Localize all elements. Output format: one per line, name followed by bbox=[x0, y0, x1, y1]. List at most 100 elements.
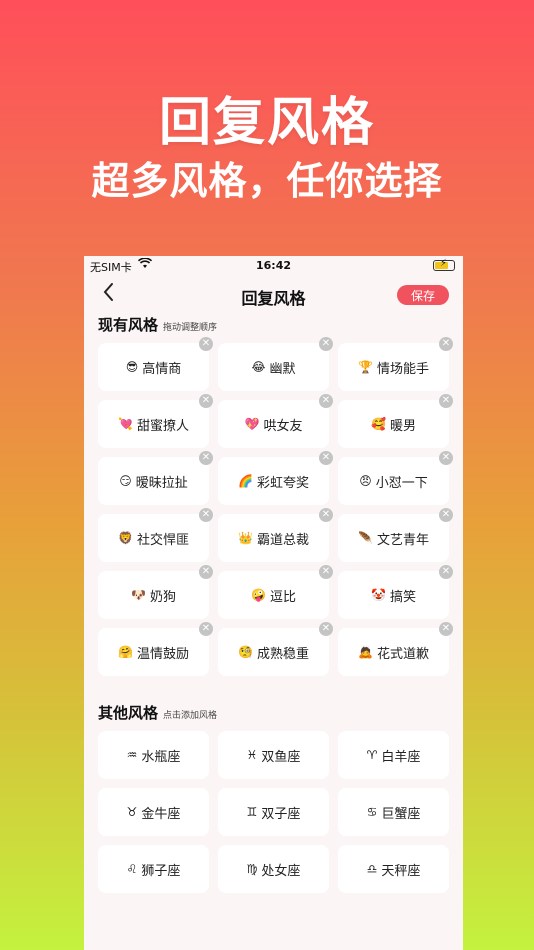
remove-style-close-icon[interactable]: ✕ bbox=[439, 337, 453, 351]
current-style-card[interactable]: 🥰 暖男 ✕ bbox=[338, 394, 453, 448]
style-label: 成熟稳重 bbox=[256, 646, 309, 662]
remove-style-close-icon[interactable]: ✕ bbox=[319, 508, 333, 522]
style-emoji-icon: ♎ bbox=[366, 862, 378, 876]
other-styles-grid: ♒ 水瓶座 ♓ 双鱼座 ♈ 白羊座 ♉ 金牛座 ♊ 双子座 ♋ 巨蟹座 ♌ 狮子座 ♍ 处女座 ♎ 天秤座 bbox=[84, 726, 463, 893]
remove-style-close-icon[interactable]: ✕ bbox=[439, 508, 453, 522]
style-emoji-icon: ♊ bbox=[246, 805, 258, 819]
current-style-card[interactable]: 🤗 温情鼓励 ✕ bbox=[98, 622, 213, 676]
battery-icon: ⚡ bbox=[433, 258, 455, 271]
remove-style-close-icon[interactable]: ✕ bbox=[319, 622, 333, 636]
style-emoji-icon: ♒ bbox=[126, 748, 138, 762]
style-emoji-icon: ♌ bbox=[126, 862, 138, 876]
current-styles-grid: 😎 高情商 ✕ 😂 幽默 ✕ 🏆 情场能手 ✕ 💘 甜蜜撩人 ✕ 💖 哄女友 ✕ 🥰 暖男 ✕ 😏 暧昧拉扯 ✕ 🌈 彩虹夸… bbox=[84, 337, 463, 676]
current-style-card[interactable]: 😎 高情商 ✕ bbox=[98, 337, 213, 391]
current-style-card[interactable]: 🦁 社交悍匪 ✕ bbox=[98, 508, 213, 562]
other-style-card[interactable]: ♈ 白羊座 bbox=[338, 731, 449, 779]
style-label: 奶狗 bbox=[149, 589, 176, 605]
remove-style-close-icon[interactable]: ✕ bbox=[319, 337, 333, 351]
remove-style-close-icon[interactable]: ✕ bbox=[199, 394, 213, 408]
style-emoji-icon: 💖 bbox=[244, 417, 260, 431]
style-emoji-icon: 🧐 bbox=[238, 645, 253, 659]
style-emoji-icon: 🤡 bbox=[371, 588, 386, 602]
style-emoji-icon: 🌈 bbox=[238, 474, 253, 488]
style-label: 双子座 bbox=[261, 806, 301, 822]
style-emoji-icon: 😏 bbox=[119, 474, 132, 488]
remove-style-close-icon[interactable]: ✕ bbox=[199, 337, 213, 351]
remove-style-close-icon[interactable]: ✕ bbox=[199, 565, 213, 579]
style-label: 高情商 bbox=[142, 361, 182, 377]
style-emoji-icon: 🙇 bbox=[358, 645, 373, 659]
status-time: 16:42 bbox=[255, 259, 291, 272]
current-style-card[interactable]: 😠 小怼一下 ✕ bbox=[338, 451, 453, 505]
current-style-card[interactable]: 😏 暧昧拉扯 ✕ bbox=[98, 451, 213, 505]
current-styles-heading: 现有风格 bbox=[98, 316, 159, 334]
remove-style-close-icon[interactable]: ✕ bbox=[439, 565, 453, 579]
style-label: 花式道歉 bbox=[376, 646, 429, 662]
other-style-card[interactable]: ♓ 双鱼座 bbox=[218, 731, 329, 779]
style-emoji-icon: 🤗 bbox=[118, 645, 133, 659]
style-emoji-icon: 🏆 bbox=[358, 360, 373, 374]
other-style-card[interactable]: ♎ 天秤座 bbox=[338, 845, 449, 893]
other-style-card[interactable]: ♍ 处女座 bbox=[218, 845, 329, 893]
remove-style-close-icon[interactable]: ✕ bbox=[319, 394, 333, 408]
current-style-card[interactable]: 🏆 情场能手 ✕ bbox=[338, 337, 453, 391]
save-button[interactable]: 保存 bbox=[397, 285, 449, 305]
remove-style-close-icon[interactable]: ✕ bbox=[319, 565, 333, 579]
style-emoji-icon: 😎 bbox=[125, 360, 139, 374]
current-style-card[interactable]: 💘 甜蜜撩人 ✕ bbox=[98, 394, 213, 448]
current-style-card[interactable]: 🙇 花式道歉 ✕ bbox=[338, 622, 453, 676]
style-label: 巨蟹座 bbox=[381, 806, 421, 822]
style-emoji-icon: 🐶 bbox=[131, 588, 146, 602]
other-style-card[interactable]: ♋ 巨蟹座 bbox=[338, 788, 449, 836]
style-label: 甜蜜撩人 bbox=[136, 418, 189, 434]
remove-style-close-icon[interactable]: ✕ bbox=[199, 451, 213, 465]
style-emoji-icon: 😂 bbox=[251, 360, 266, 374]
style-label: 情场能手 bbox=[376, 361, 429, 377]
other-style-card[interactable]: ♒ 水瓶座 bbox=[98, 731, 209, 779]
style-emoji-icon: ♈ bbox=[366, 748, 378, 762]
other-style-card[interactable]: ♌ 狮子座 bbox=[98, 845, 209, 893]
style-label: 文艺青年 bbox=[376, 532, 429, 548]
current-style-card[interactable]: 🌈 彩虹夸奖 ✕ bbox=[218, 451, 333, 505]
other-styles-heading: 其他风格 bbox=[98, 704, 159, 722]
current-style-card[interactable]: 💖 哄女友 ✕ bbox=[218, 394, 333, 448]
status-bar: 无SIM卡 16:42 ⚡ bbox=[84, 256, 463, 276]
style-emoji-icon: 🪶 bbox=[358, 531, 373, 545]
remove-style-close-icon[interactable]: ✕ bbox=[439, 394, 453, 408]
style-emoji-icon: ♍ bbox=[246, 862, 258, 876]
style-label: 天秤座 bbox=[381, 863, 421, 879]
hero-subtitle: 超多风格，任你选择 bbox=[91, 159, 443, 203]
other-styles-hint: 点击添加风格 bbox=[163, 711, 218, 721]
current-styles-header: 现有风格 拖动调整顺序 bbox=[84, 314, 463, 338]
hero-title: 回复风格 bbox=[158, 93, 375, 153]
current-style-card[interactable]: 👑 霸道总裁 ✕ bbox=[218, 508, 333, 562]
remove-style-close-icon[interactable]: ✕ bbox=[319, 451, 333, 465]
current-style-card[interactable]: 🪶 文艺青年 ✕ bbox=[338, 508, 453, 562]
other-style-card[interactable]: ♊ 双子座 bbox=[218, 788, 329, 836]
remove-style-close-icon[interactable]: ✕ bbox=[199, 508, 213, 522]
style-label: 搞笑 bbox=[389, 589, 416, 605]
current-style-card[interactable]: 🤡 搞笑 ✕ bbox=[338, 565, 453, 619]
style-label: 水瓶座 bbox=[141, 749, 181, 765]
style-label: 双鱼座 bbox=[261, 749, 301, 765]
current-style-card[interactable]: 🧐 成熟稳重 ✕ bbox=[218, 622, 333, 676]
remove-style-close-icon[interactable]: ✕ bbox=[439, 451, 453, 465]
style-label: 处女座 bbox=[261, 863, 301, 879]
style-label: 狮子座 bbox=[141, 863, 181, 879]
style-label: 逗比 bbox=[269, 589, 296, 605]
nav-bar: 回复风格 保存 bbox=[84, 276, 463, 314]
style-label: 幽默 bbox=[269, 361, 296, 377]
phone-screen: 无SIM卡 16:42 ⚡ 回复风格 保存 现有风格 拖动调整顺序 😎 高情商 ✕ 😂… bbox=[84, 256, 463, 950]
style-emoji-icon: 🤪 bbox=[251, 588, 266, 602]
current-style-card[interactable]: 😂 幽默 ✕ bbox=[218, 337, 333, 391]
other-style-card[interactable]: ♉ 金牛座 bbox=[98, 788, 209, 836]
style-label: 哄女友 bbox=[263, 418, 303, 434]
remove-style-close-icon[interactable]: ✕ bbox=[439, 622, 453, 636]
style-emoji-icon: 🦁 bbox=[118, 531, 133, 545]
style-label: 暧昧拉扯 bbox=[135, 475, 188, 491]
current-style-card[interactable]: 🐶 奶狗 ✕ bbox=[98, 565, 213, 619]
remove-style-close-icon[interactable]: ✕ bbox=[199, 622, 213, 636]
style-label: 金牛座 bbox=[141, 806, 181, 822]
style-label: 彩虹夸奖 bbox=[256, 475, 309, 491]
current-style-card[interactable]: 🤪 逗比 ✕ bbox=[218, 565, 333, 619]
